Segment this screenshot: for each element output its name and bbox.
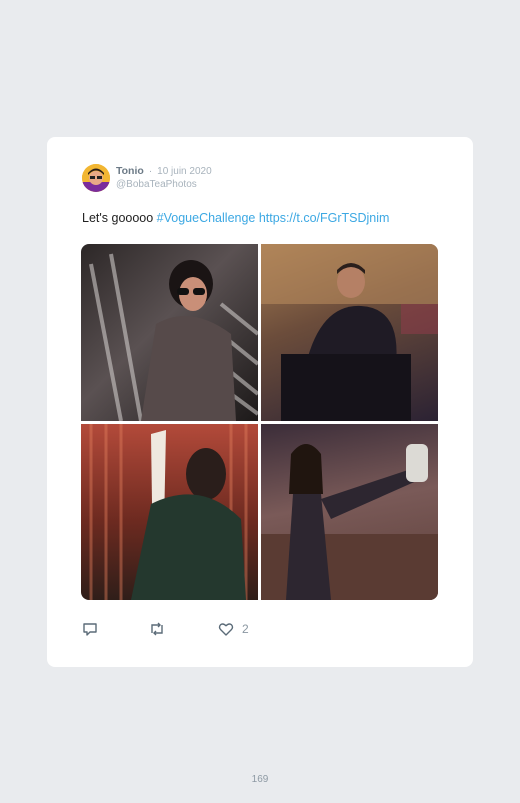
vogue-cover-photo[interactable] bbox=[81, 244, 258, 421]
heart-icon[interactable] bbox=[218, 621, 234, 642]
separator-dot: · bbox=[148, 165, 153, 177]
vogue-cover-photo[interactable] bbox=[261, 244, 438, 421]
retweet-icon[interactable] bbox=[148, 621, 166, 642]
vogue-cover-photo[interactable] bbox=[81, 424, 258, 600]
reply-icon[interactable] bbox=[82, 621, 98, 642]
url-link[interactable]: https://t.co/FGrTSDjnim bbox=[259, 211, 390, 225]
avatar[interactable] bbox=[82, 164, 110, 192]
vogue-cover-photo[interactable] bbox=[261, 424, 438, 600]
author-name[interactable]: Tonio bbox=[116, 165, 144, 177]
page-number: 169 bbox=[251, 774, 269, 785]
like-count: 2 bbox=[242, 622, 249, 636]
tweet-card: Tonio · 10 juin 2020 @BobaTeaPhotos Let'… bbox=[47, 137, 473, 667]
tweet-text-body: Let's gooooo bbox=[82, 211, 157, 225]
tweet-actions: 2 bbox=[82, 621, 282, 639]
tweet-date[interactable]: 10 juin 2020 bbox=[157, 166, 212, 177]
photo-grid bbox=[81, 244, 438, 600]
hashtag-link[interactable]: #VogueChallenge bbox=[157, 211, 256, 225]
author-row: Tonio · 10 juin 2020 bbox=[116, 165, 212, 177]
tweet-text: Let's gooooo #VogueChallenge https://t.c… bbox=[82, 211, 389, 225]
author-handle[interactable]: @BobaTeaPhotos bbox=[116, 179, 197, 190]
